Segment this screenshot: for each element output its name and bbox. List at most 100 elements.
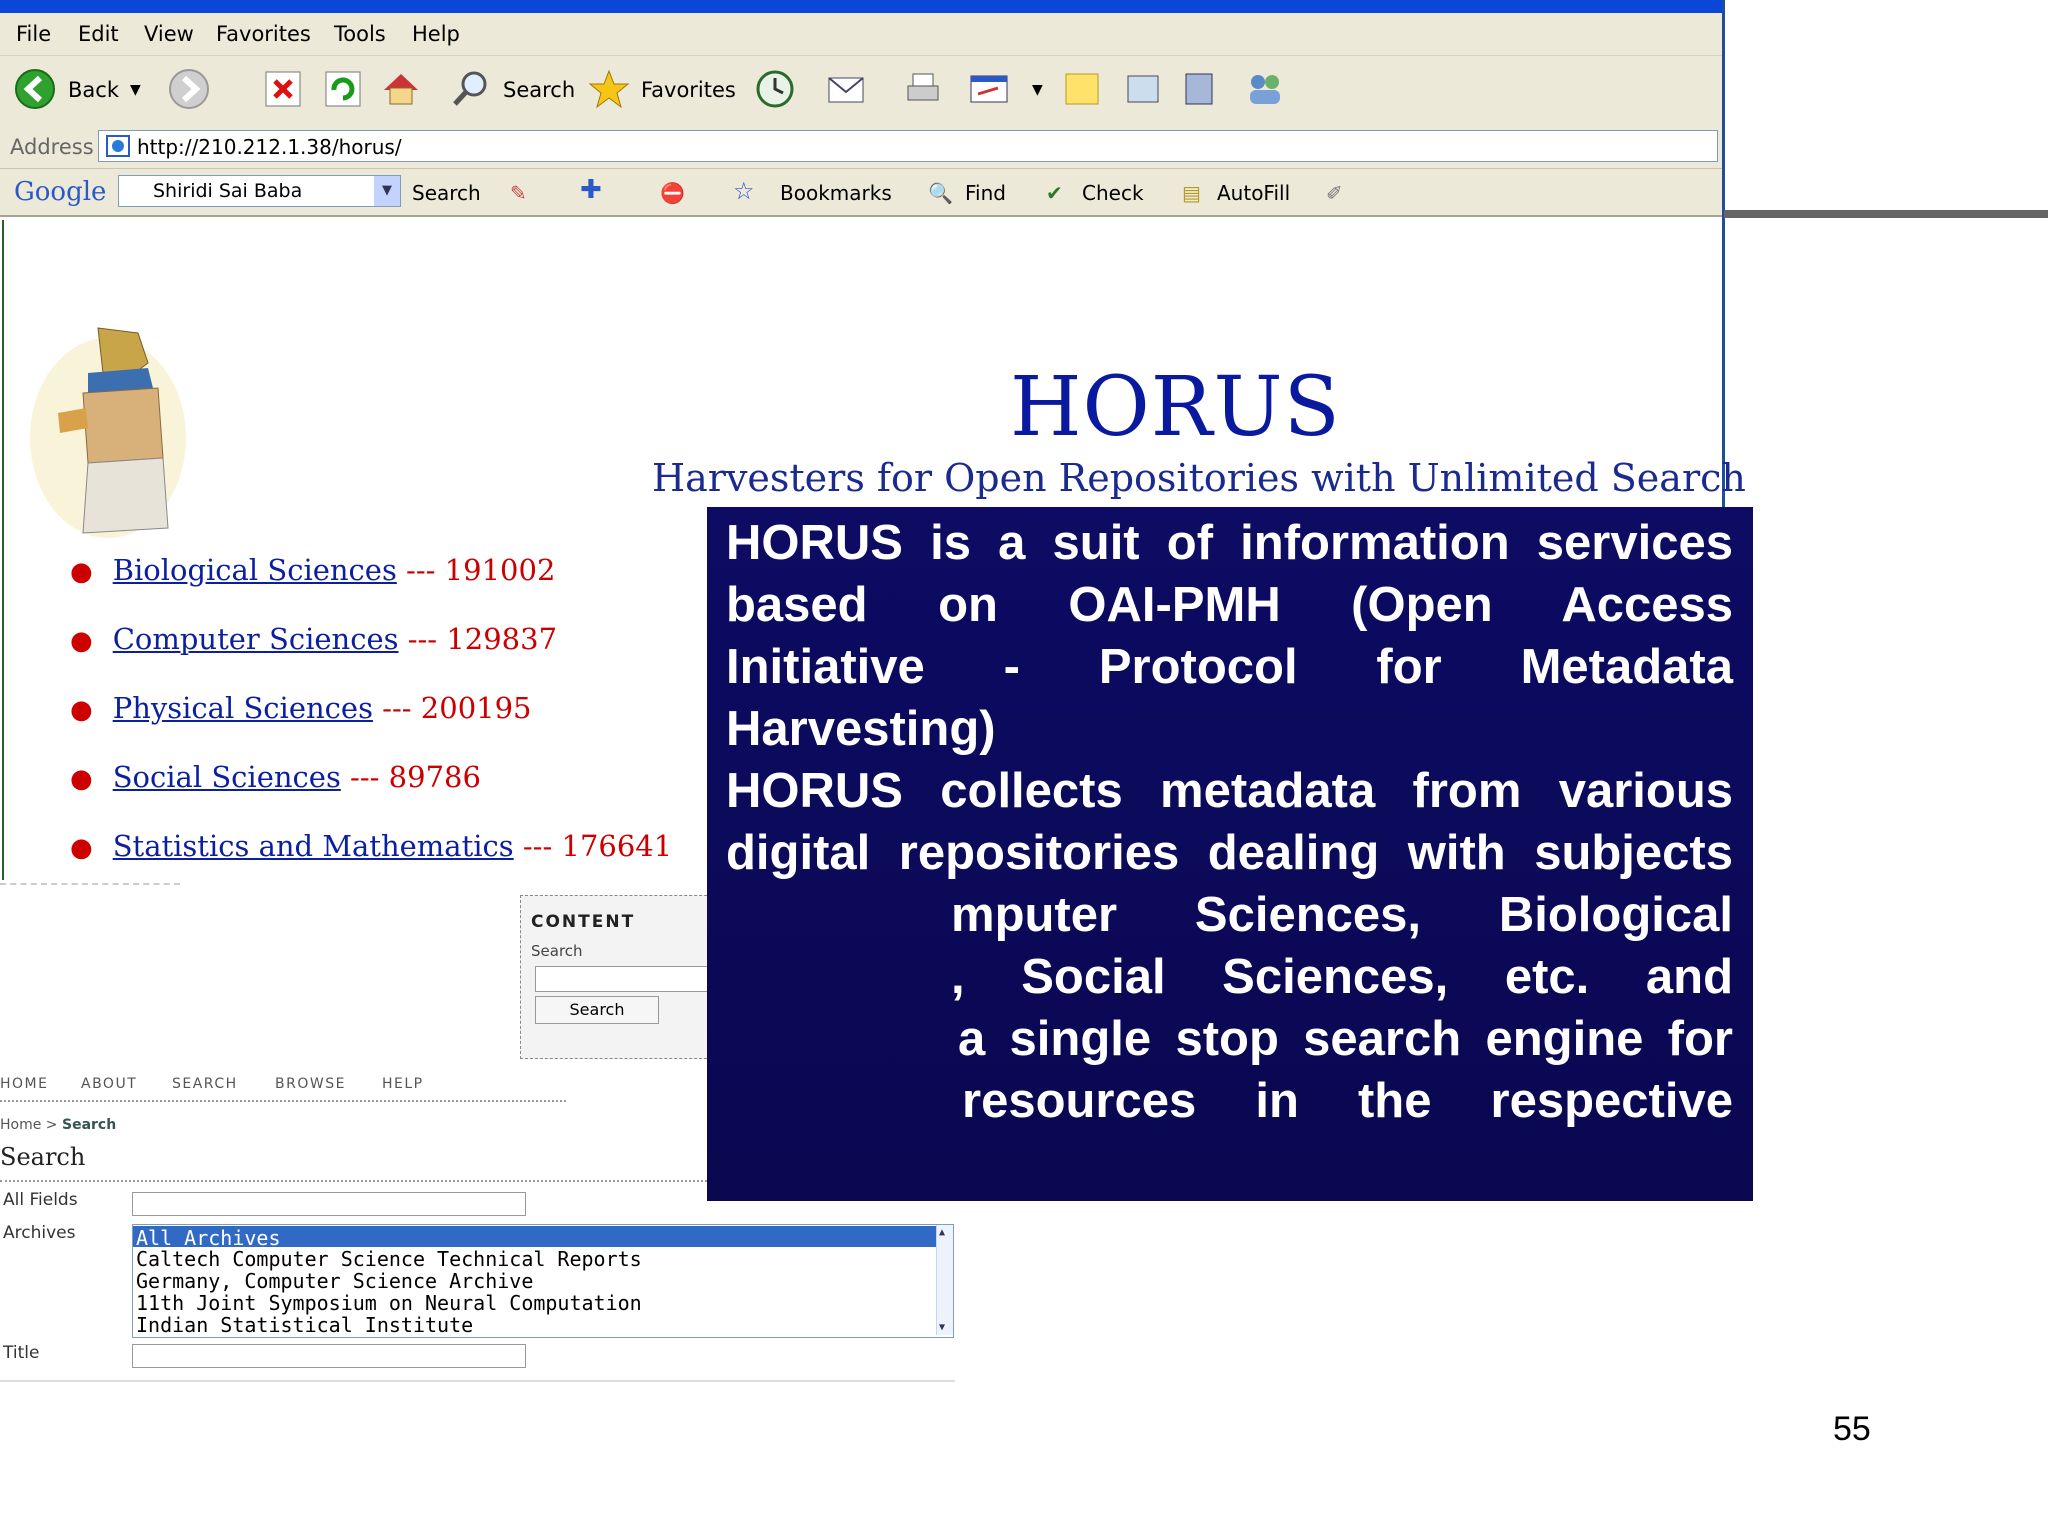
content-search-input[interactable] xyxy=(535,966,713,992)
standard-toolbar: Back ▼ Search Favorites ▼ xyxy=(0,56,1722,127)
history-icon[interactable] xyxy=(754,68,796,110)
favorites-button[interactable]: Favorites xyxy=(641,78,736,102)
page-subtitle: Harvesters for Open Repositories with Un… xyxy=(652,456,1746,500)
archive-option[interactable]: Caltech Computer Science Technical Repor… xyxy=(136,1247,642,1271)
bookmarks-button[interactable]: Bookmarks xyxy=(780,181,892,205)
title-input[interactable] xyxy=(132,1344,526,1368)
overlay-gap xyxy=(707,893,954,1193)
list-item: ● Statistics and Mathematics --- 176641 xyxy=(70,829,673,863)
subject-separator: --- xyxy=(398,622,447,656)
archives-listbox[interactable]: All Archives Caltech Computer Science Te… xyxy=(132,1224,954,1338)
content-search-box: CONTENT Search Search xyxy=(520,895,727,1059)
search-button[interactable]: Search xyxy=(503,78,575,102)
find-icon[interactable]: 🔍 xyxy=(928,181,953,205)
list-item: ● Computer Sciences --- 129837 xyxy=(70,622,558,656)
nav-about[interactable]: ABOUT xyxy=(81,1076,137,1092)
print-icon[interactable] xyxy=(902,68,944,110)
list-item: ● Biological Sciences --- 191002 xyxy=(70,553,556,587)
back-arrow-icon[interactable] xyxy=(14,68,56,110)
archive-option-selected[interactable]: All Archives xyxy=(133,1226,936,1250)
search-magnifier-icon[interactable] xyxy=(450,68,492,110)
messenger-icon[interactable] xyxy=(1122,68,1164,110)
description-line: digital repositories dealing with subjec… xyxy=(726,826,1733,880)
google-search-button[interactable]: Search xyxy=(412,181,481,205)
autofill-icon[interactable]: ▤ xyxy=(1182,181,1201,205)
stop-icon[interactable] xyxy=(262,68,304,110)
scroll-down-icon[interactable]: ▼ xyxy=(939,1322,945,1333)
nav-home[interactable]: HOME xyxy=(0,1076,48,1092)
google-query: Shiridi Sai Baba xyxy=(153,180,303,202)
subject-count: 200195 xyxy=(420,691,532,725)
home-icon[interactable] xyxy=(380,68,422,110)
back-dropdown-icon[interactable]: ▼ xyxy=(130,82,141,98)
edit-icon[interactable] xyxy=(968,68,1010,110)
address-input[interactable]: http://210.212.1.38/horus/ xyxy=(98,130,1718,162)
horus-figure-image xyxy=(30,327,186,538)
all-fields-label: All Fields xyxy=(3,1190,78,1210)
subject-link-physical-sciences[interactable]: Physical Sciences xyxy=(113,691,373,725)
options-wrench-icon[interactable]: ✐ xyxy=(1326,181,1343,205)
listbox-scrollbar[interactable]: ▲ ▼ xyxy=(936,1225,953,1335)
nav-browse[interactable]: BROWSE xyxy=(275,1076,346,1092)
spellcheck-icon[interactable]: ✔ xyxy=(1046,181,1063,205)
subject-separator: --- xyxy=(513,829,562,863)
archive-option[interactable]: Germany, Computer Science Archive xyxy=(136,1269,533,1293)
page-title: HORUS xyxy=(1010,360,1341,455)
breadcrumb-current: Search xyxy=(61,1117,117,1133)
archive-option[interactable]: 11th Joint Symposium on Neural Computati… xyxy=(136,1291,642,1315)
forward-arrow-icon[interactable] xyxy=(168,68,210,110)
nav-search[interactable]: SEARCH xyxy=(172,1076,238,1092)
menu-favorites[interactable]: Favorites xyxy=(216,22,311,46)
subject-link-computer-sciences[interactable]: Computer Sciences xyxy=(113,622,399,656)
menu-tools[interactable]: Tools xyxy=(334,22,386,46)
google-search-input[interactable]: Shiridi Sai Baba ▼ xyxy=(118,175,401,207)
content-search-button[interactable]: Search xyxy=(535,996,659,1024)
pagerank-icon[interactable]: ✎ xyxy=(510,181,527,205)
google-toolbar: Google Shiridi Sai Baba ▼ Search ✎ ✚ ⛔ ☆… xyxy=(0,169,1722,217)
archive-option[interactable]: Indian Statistical Institute xyxy=(136,1313,473,1337)
research-icon[interactable] xyxy=(1180,68,1222,110)
subject-link-statistics-and-mathematics[interactable]: Statistics and Mathematics xyxy=(113,829,514,863)
chevron-down-icon[interactable]: ▼ xyxy=(374,176,400,206)
find-button[interactable]: Find xyxy=(965,181,1006,205)
autofill-button[interactable]: AutoFill xyxy=(1217,181,1290,205)
edit-dropdown-icon[interactable]: ▼ xyxy=(1032,82,1043,98)
popup-blocker-icon[interactable]: ⛔ xyxy=(660,181,685,205)
description-line: HORUS collects metadata from various xyxy=(726,764,1733,818)
breadcrumb: Home > Search xyxy=(0,1117,116,1133)
menu-help[interactable]: Help xyxy=(412,22,460,46)
page-icon xyxy=(106,135,130,157)
title-bar xyxy=(0,0,1722,13)
back-button[interactable]: Back xyxy=(68,78,119,102)
subject-count: 191002 xyxy=(444,553,556,587)
breadcrumb-home[interactable]: Home xyxy=(0,1117,41,1133)
mail-icon[interactable] xyxy=(826,68,868,110)
content-heading: CONTENT xyxy=(531,912,636,932)
nav-help[interactable]: HELP xyxy=(382,1076,424,1092)
contacts-icon[interactable] xyxy=(1244,68,1286,110)
breadcrumb-separator: > xyxy=(41,1117,62,1133)
subject-count: 89786 xyxy=(388,760,481,794)
subject-count: 176641 xyxy=(561,829,673,863)
menu-view[interactable]: View xyxy=(144,22,194,46)
favorites-star-icon[interactable] xyxy=(588,68,630,110)
form-bottom-edge xyxy=(0,1380,955,1382)
check-button[interactable]: Check xyxy=(1082,181,1144,205)
scroll-up-icon[interactable]: ▲ xyxy=(939,1227,945,1238)
divider xyxy=(0,883,180,895)
description-line: Harvesting) xyxy=(726,702,996,756)
subject-link-biological-sciences[interactable]: Biological Sciences xyxy=(113,553,397,587)
slide-divider-line xyxy=(1724,210,2048,218)
menu-file[interactable]: File xyxy=(16,22,51,46)
plus-icon[interactable]: ✚ xyxy=(580,175,602,205)
subject-count: 129837 xyxy=(446,622,558,656)
description-line: HORUS is a suit of information services xyxy=(726,516,1733,570)
menu-bar: File Edit View Favorites Tools Help xyxy=(0,13,1722,56)
subject-link-social-sciences[interactable]: Social Sciences xyxy=(113,760,341,794)
bookmark-star-icon[interactable]: ☆ xyxy=(733,177,755,205)
note-icon[interactable] xyxy=(1062,68,1104,110)
all-fields-input[interactable] xyxy=(132,1192,526,1216)
content-search-label: Search xyxy=(531,942,583,960)
menu-edit[interactable]: Edit xyxy=(78,22,119,46)
refresh-icon[interactable] xyxy=(322,68,364,110)
